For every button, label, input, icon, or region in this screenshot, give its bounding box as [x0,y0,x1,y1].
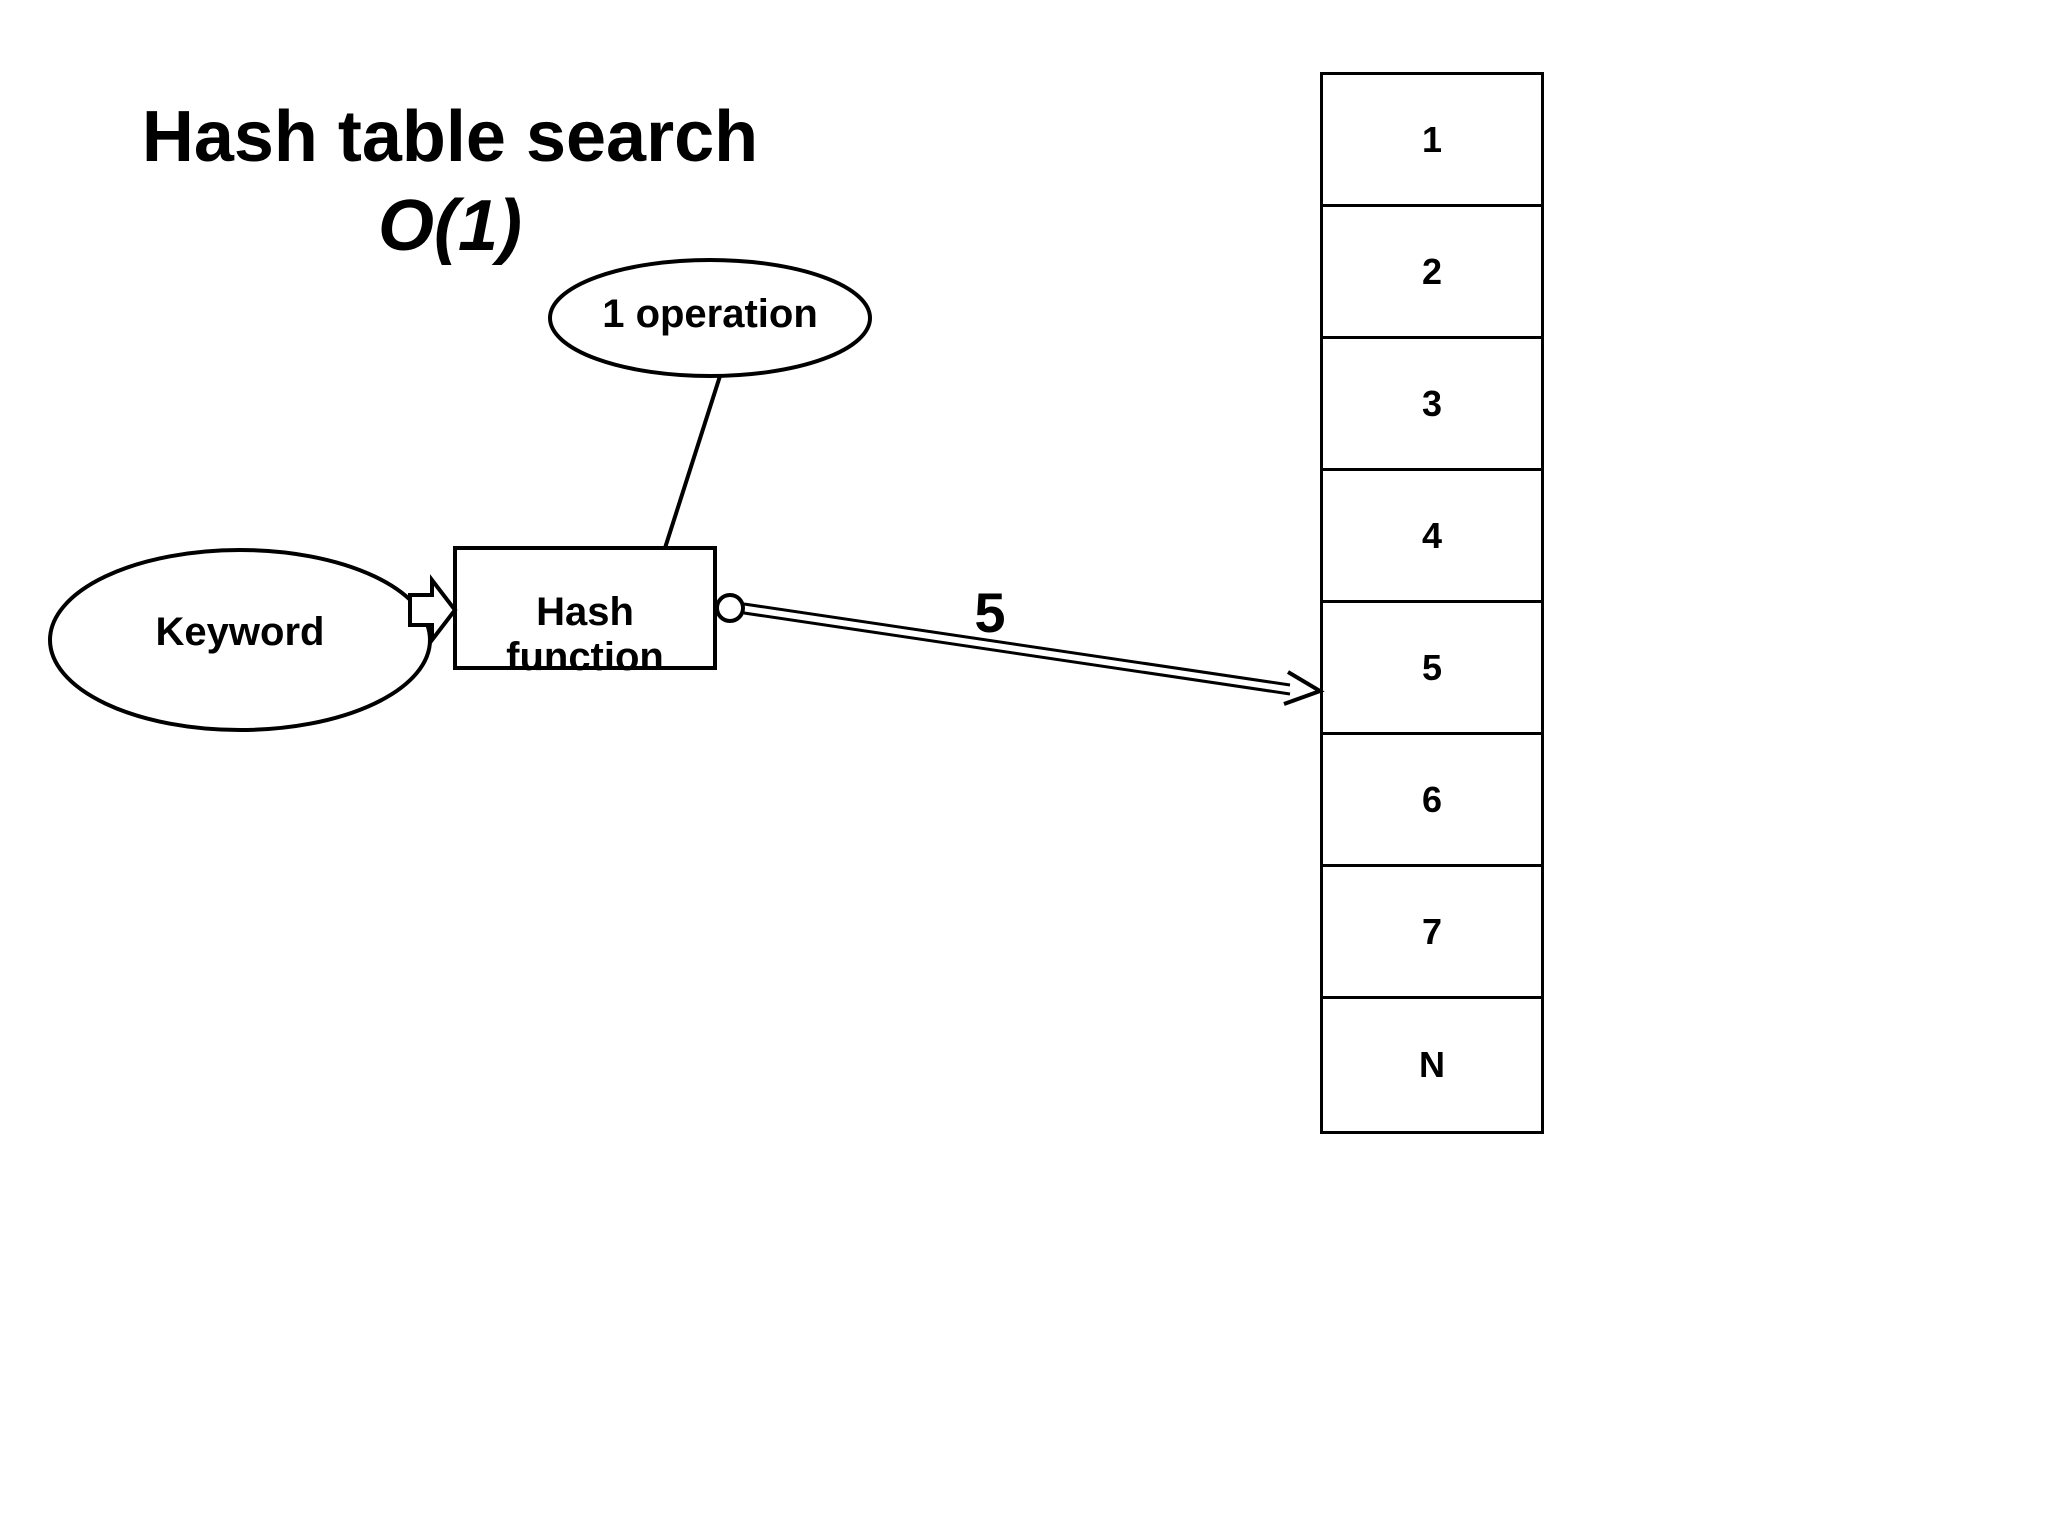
table-row: N [1323,999,1541,1131]
table-row: 7 [1323,867,1541,999]
hash-output-label: 5 [950,580,1030,645]
keyword-label: Keyword [60,610,420,655]
table-row: 2 [1323,207,1541,339]
connector-operation-to-hashfn [665,376,720,548]
diagram-title: Hash table search [80,100,820,176]
operation-label: 1 operation [560,292,860,337]
table-row: 3 [1323,339,1541,471]
hash-function-box [455,548,715,668]
table-row: 1 [1323,75,1541,207]
hash-output-arrow [744,604,1320,704]
keyword-ellipse [50,550,430,730]
operation-ellipse [550,260,870,376]
hash-table: 1 2 3 4 5 6 7 N [1320,72,1544,1134]
complexity-label: O(1) [80,185,820,267]
table-row: 5 [1323,603,1541,735]
table-row: 6 [1323,735,1541,867]
table-row: 4 [1323,471,1541,603]
interface-lollipop-icon [717,595,743,621]
block-arrow-icon [410,580,455,640]
hash-function-label: Hash function [460,590,710,680]
diagram-stage: Hash table search O(1) Keyword 1 operati… [0,0,2048,1536]
